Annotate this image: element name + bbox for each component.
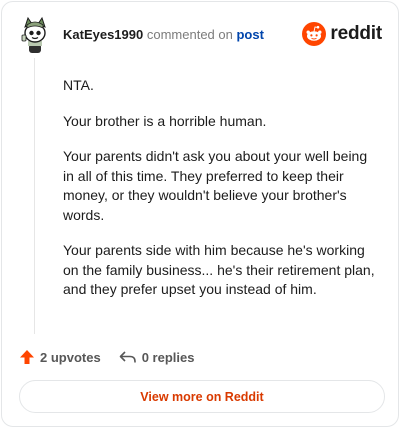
reddit-logo[interactable]: reddit [302, 22, 382, 46]
thread-line [34, 58, 35, 334]
action-text: commented on [146, 27, 233, 42]
comment-body: NTA. Your brother is a horrible human. Y… [63, 76, 379, 316]
reddit-snoo-icon [302, 22, 327, 46]
reply-count: 0 replies [141, 349, 195, 365]
comment-paragraph: Your parents didn't ask you about your w… [63, 148, 368, 223]
snoo-avatar-icon [21, 16, 46, 53]
avatar[interactable] [19, 16, 51, 54]
reddit-embed-card: KatEyes1990 commented on post reddit NTA… [1, 1, 399, 427]
byline: KatEyes1990 commented on post [63, 27, 264, 43]
reply-stat[interactable]: 0 replies [119, 349, 195, 365]
upvote-stat[interactable]: 2 upvotes [19, 349, 101, 365]
comment-paragraph: Your brother is a horrible human. [63, 112, 267, 129]
brand-wordmark: reddit [330, 23, 382, 44]
comment-paragraph: Your parents side with him because he's … [63, 242, 375, 297]
upvote-count: 2 upvotes [40, 349, 101, 365]
post-link[interactable]: post [236, 27, 263, 42]
upvote-arrow-icon [20, 350, 34, 364]
view-more-button[interactable]: View more on Reddit [19, 380, 385, 413]
comment-stats: 2 upvotes 0 replies [19, 347, 194, 367]
username-link[interactable]: KatEyes1990 [63, 27, 143, 42]
comment-paragraph: NTA. [63, 77, 94, 93]
comment-header: KatEyes1990 commented on post reddit [19, 16, 382, 54]
reply-icon [119, 351, 136, 363]
